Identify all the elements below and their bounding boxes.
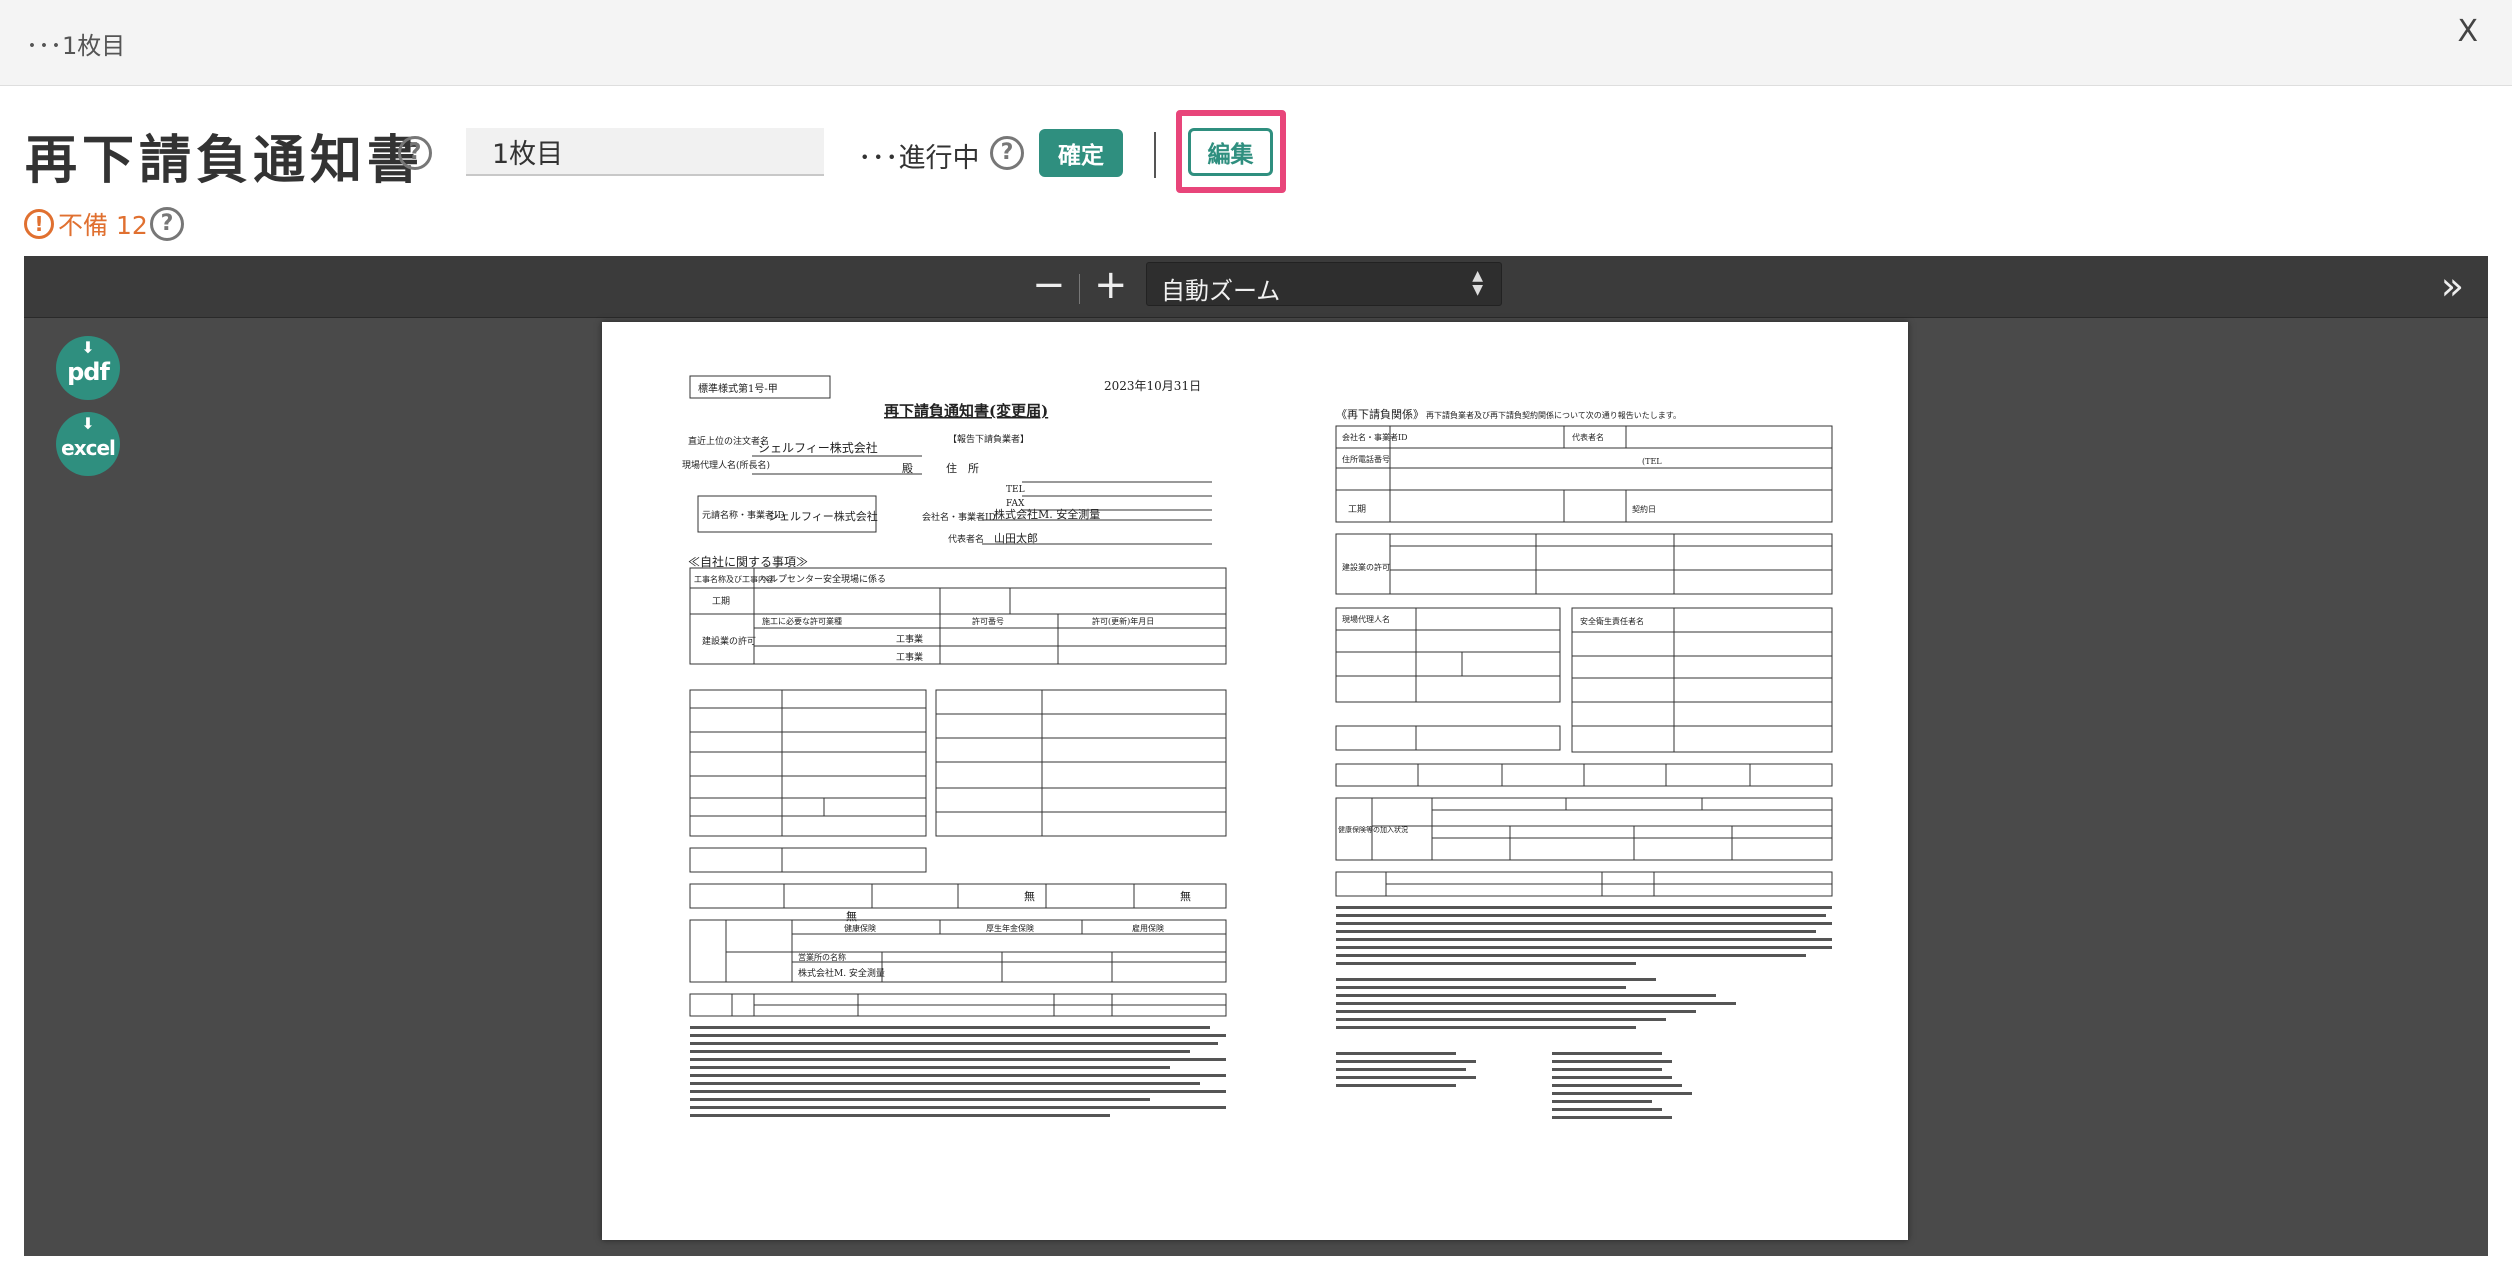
form-right-company-label: 会社名・事業者ID bbox=[1342, 432, 1408, 442]
toolbar-divider bbox=[1154, 132, 1156, 178]
page-title: 再下請負通知書 bbox=[25, 130, 425, 191]
zoom-in-button[interactable]: + bbox=[1094, 262, 1128, 308]
select-arrows-icon: ▲ ▼ bbox=[1472, 268, 1483, 298]
form-right-rep-label: 代表者名 bbox=[1572, 432, 1604, 442]
viewer-toolbar: − + 自動ズーム ▲ ▼ » bbox=[24, 256, 2488, 318]
deficiency-count: 不備 12 bbox=[58, 211, 148, 240]
form-permit-label: 建設業の許可 bbox=[702, 635, 756, 647]
form-office-value: 株式会社M. 安全測量 bbox=[798, 967, 885, 979]
form-permit-col-1: 施工に必要な許可業種 bbox=[762, 616, 842, 626]
status-help-icon[interactable]: ? bbox=[990, 136, 1024, 170]
form-rep-value: 山田太郎 bbox=[994, 531, 1038, 545]
deficiency-warning[interactable]: ! 不備 12 bbox=[24, 206, 148, 242]
form-address-label: 住 所 bbox=[946, 461, 979, 475]
download-excel-button[interactable]: ⬇ excel bbox=[56, 412, 120, 476]
form-insurance-col-1: 健康保険 bbox=[844, 923, 876, 933]
top-bar: ･･･1枚目 X bbox=[0, 0, 2512, 86]
form-honorific: 殿 bbox=[902, 462, 913, 475]
download-excel-label: excel bbox=[61, 436, 116, 460]
download-pdf-button[interactable]: ⬇ pdf bbox=[56, 336, 120, 400]
document-page: 標準様式第1号-甲 2023年10月31日 再下請負通知書(変更届) 直近上位の… bbox=[602, 322, 1908, 1240]
edit-button[interactable]: 編集 bbox=[1188, 128, 1273, 176]
form-right-heading-note: 再下請負業者及び再下請負契約関係について次の通り報告いたします。 bbox=[1426, 410, 1681, 420]
pdf-viewer: − + 自動ズーム ▲ ▼ » ⬇ pdf ⬇ excel 標準様式第1号-甲 … bbox=[24, 256, 2488, 1256]
form-right-heading: 《再下請負関係》 bbox=[1336, 407, 1424, 421]
download-pdf-label: pdf bbox=[67, 358, 110, 386]
zoom-select-value: 自動ズーム bbox=[1161, 277, 1281, 305]
form-to-value: シェルフィー株式会社 bbox=[758, 440, 878, 455]
form-right-tel-label: (TEL bbox=[1642, 457, 1662, 466]
sheet-name-input[interactable] bbox=[466, 128, 824, 176]
fine-print bbox=[690, 906, 1832, 1119]
form-tel-label: TEL bbox=[1006, 485, 1025, 495]
form-section-title: ≪自社に関する事項≫ bbox=[688, 554, 808, 569]
form-company-value: 株式会社M. 安全測量 bbox=[994, 507, 1100, 521]
confirm-button[interactable]: 確定 bbox=[1039, 129, 1123, 177]
form-contractor-value: シェルフィー株式会社 bbox=[768, 509, 878, 523]
form-code: 標準様式第1号-甲 bbox=[698, 382, 778, 395]
form-work-value: ヘルプセンター安全現場に係る bbox=[760, 573, 886, 585]
form-agent-label: 現場代理人名(所長名) bbox=[682, 459, 770, 471]
status-text: ･･･進行中 bbox=[858, 143, 980, 174]
form-to-label: 直近上位の注文者名 bbox=[688, 435, 769, 447]
form-work-type-1: 工事業 bbox=[896, 633, 923, 645]
document-page-svg: 標準様式第1号-甲 2023年10月31日 再下請負通知書(変更届) 直近上位の… bbox=[682, 375, 1833, 1119]
form-work-type-2: 工事業 bbox=[896, 651, 923, 663]
form-right-insurance-label: 健康保険等の加入状況 bbox=[1338, 825, 1408, 834]
form-right-period-label: 工期 bbox=[1348, 504, 1366, 515]
toolbar-separator bbox=[1079, 274, 1080, 304]
form-heading: 再下請負通知書(変更届) bbox=[884, 402, 1048, 420]
zoom-select[interactable]: 自動ズーム ▲ ▼ bbox=[1146, 262, 1502, 306]
zoom-out-button[interactable]: − bbox=[1032, 262, 1066, 308]
form-permit-col-3: 許可(更新)年月日 bbox=[1092, 616, 1154, 626]
form-date: 2023年10月31日 bbox=[1104, 379, 1201, 393]
title-help-icon[interactable]: ? bbox=[398, 136, 432, 170]
breadcrumb: ･･･1枚目 bbox=[26, 32, 126, 60]
form-none-1: 無 bbox=[846, 909, 857, 923]
form-insurance-col-2: 厚生年金保険 bbox=[986, 923, 1034, 933]
form-right-permit-label: 建設業の許可 bbox=[1342, 562, 1390, 572]
form-none-3: 無 bbox=[1180, 889, 1191, 903]
download-arrow-icon: ⬇ bbox=[81, 338, 95, 357]
form-insurance-col-3: 雇用保険 bbox=[1132, 923, 1164, 933]
form-right-safety-label: 安全衛生責任者名 bbox=[1580, 616, 1644, 626]
form-right-agent-label: 現場代理人名 bbox=[1342, 614, 1390, 624]
form-none-2: 無 bbox=[1024, 889, 1035, 903]
download-arrow-icon: ⬇ bbox=[81, 414, 95, 433]
form-company-label: 会社名・事業者ID bbox=[922, 511, 996, 523]
deficiency-help-icon[interactable]: ? bbox=[150, 207, 184, 241]
exclamation-circle-icon: ! bbox=[24, 209, 54, 239]
sidebar-toggle-icon[interactable]: » bbox=[2441, 264, 2464, 308]
form-rep-label: 代表者名 bbox=[948, 533, 984, 545]
form-right-contract-label: 契約日 bbox=[1632, 504, 1656, 514]
form-permit-col-2: 許可番号 bbox=[972, 616, 1004, 626]
form-period-label: 工期 bbox=[712, 596, 730, 607]
form-notify-label: 【報告下請負業者】 bbox=[948, 433, 1029, 445]
form-right-address-label: 住所電話番号 bbox=[1342, 454, 1390, 464]
form-office-label: 営業所の名称 bbox=[798, 952, 846, 962]
close-icon[interactable]: X bbox=[2457, 14, 2478, 49]
